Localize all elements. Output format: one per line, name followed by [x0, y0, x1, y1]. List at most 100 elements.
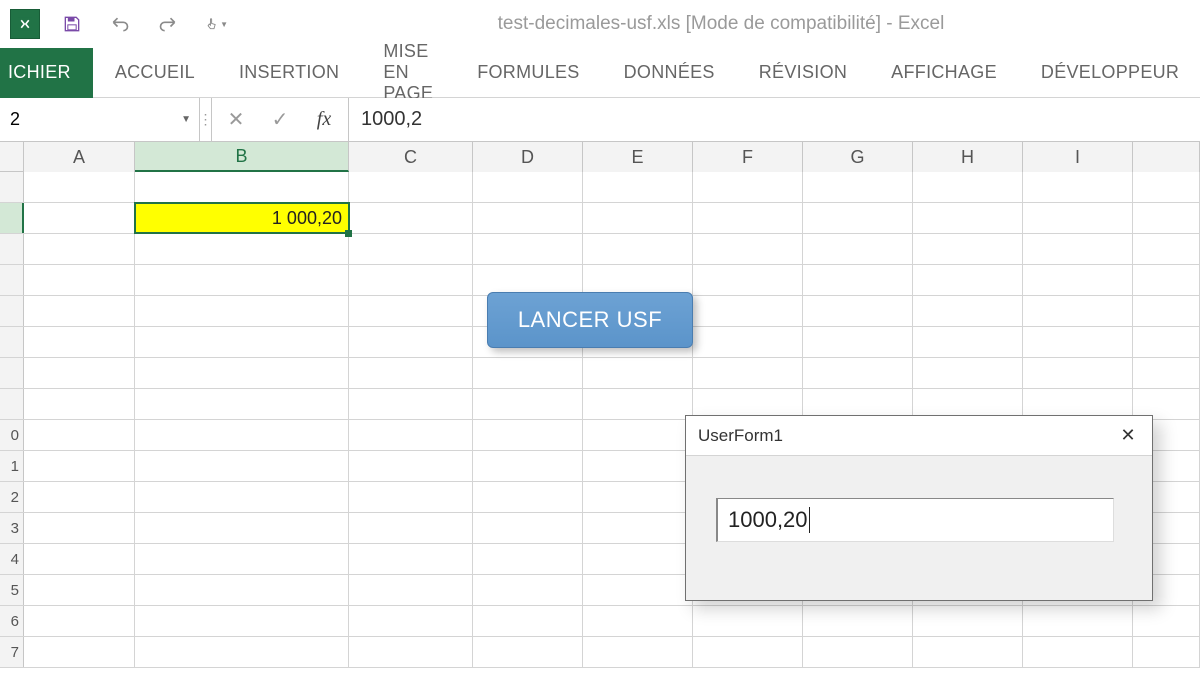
cell[interactable] [349, 234, 473, 264]
cell[interactable] [693, 234, 803, 264]
cell[interactable] [349, 420, 473, 450]
touch-mode-icon[interactable]: ▼ [204, 12, 228, 36]
cell[interactable] [135, 358, 349, 388]
cell[interactable] [135, 296, 349, 326]
active-cell-B2[interactable]: 1 000,20 [135, 203, 349, 233]
cell[interactable] [1023, 296, 1133, 326]
cell[interactable] [1023, 172, 1133, 202]
cell[interactable] [349, 296, 473, 326]
cell[interactable] [803, 327, 913, 357]
cell[interactable] [349, 451, 473, 481]
redo-icon[interactable] [156, 12, 180, 36]
cell[interactable] [473, 575, 583, 605]
cell[interactable] [349, 606, 473, 636]
cell[interactable] [473, 358, 583, 388]
cell[interactable] [583, 513, 693, 543]
tab-formules[interactable]: FORMULES [455, 48, 601, 98]
cell[interactable] [1023, 358, 1133, 388]
col-header-E[interactable]: E [583, 142, 693, 172]
cell[interactable] [1133, 265, 1200, 295]
col-header-H[interactable]: H [913, 142, 1023, 172]
cell[interactable] [1023, 265, 1133, 295]
name-box[interactable]: 2 ▼ [0, 98, 200, 141]
cell[interactable] [1133, 203, 1200, 233]
row-header[interactable]: 6 [0, 606, 24, 636]
cell[interactable] [135, 575, 349, 605]
col-header-B[interactable]: B [135, 142, 349, 172]
cell[interactable] [913, 203, 1023, 233]
cell[interactable] [913, 606, 1023, 636]
cell[interactable] [583, 234, 693, 264]
cell[interactable] [583, 389, 693, 419]
cell[interactable] [473, 637, 583, 667]
undo-icon[interactable] [108, 12, 132, 36]
row-header[interactable] [0, 172, 24, 202]
cell[interactable] [913, 358, 1023, 388]
userform-titlebar[interactable]: UserForm1 ✕ [686, 416, 1152, 456]
cell[interactable] [583, 575, 693, 605]
cancel-formula-icon[interactable]: ✕ [218, 102, 254, 138]
cell[interactable] [24, 451, 135, 481]
cell[interactable] [693, 606, 803, 636]
close-icon[interactable]: ✕ [1104, 416, 1152, 456]
userform-dialog[interactable]: UserForm1 ✕ 1000,20 [685, 415, 1153, 601]
cell[interactable] [473, 606, 583, 636]
cell[interactable] [24, 358, 135, 388]
cell[interactable] [349, 265, 473, 295]
cell[interactable] [473, 203, 583, 233]
cell[interactable] [349, 172, 473, 202]
tab-donnees[interactable]: DONNÉES [602, 48, 737, 98]
tab-accueil[interactable]: ACCUEIL [93, 48, 217, 98]
cell[interactable] [583, 358, 693, 388]
cell[interactable] [803, 637, 913, 667]
row-header[interactable]: 7 [0, 637, 24, 667]
cell[interactable] [135, 606, 349, 636]
tab-fichier[interactable]: ICHIER [0, 48, 93, 98]
cell[interactable] [1023, 234, 1133, 264]
row-header[interactable] [0, 389, 24, 419]
col-header-extra[interactable] [1133, 142, 1200, 172]
cell[interactable] [583, 203, 693, 233]
cell[interactable] [24, 420, 135, 450]
cell[interactable] [349, 544, 473, 574]
cell[interactable] [349, 513, 473, 543]
cell[interactable] [1133, 606, 1200, 636]
cell[interactable] [803, 265, 913, 295]
row-header[interactable] [0, 234, 24, 264]
cell[interactable] [24, 606, 135, 636]
cell[interactable] [24, 389, 135, 419]
row-header[interactable]: 2 [0, 482, 24, 512]
cell[interactable] [135, 482, 349, 512]
cell[interactable] [583, 482, 693, 512]
col-header-F[interactable]: F [693, 142, 803, 172]
cell[interactable] [1023, 637, 1133, 667]
cell[interactable] [693, 358, 803, 388]
cell[interactable] [803, 172, 913, 202]
fx-icon[interactable]: fx [306, 102, 342, 138]
cell[interactable] [803, 234, 913, 264]
cell[interactable] [473, 389, 583, 419]
cell[interactable] [1133, 637, 1200, 667]
cell[interactable] [24, 172, 135, 202]
row-header[interactable]: 4 [0, 544, 24, 574]
cell[interactable] [913, 637, 1023, 667]
enter-formula-icon[interactable]: ✓ [262, 102, 298, 138]
row-header[interactable] [0, 296, 24, 326]
cell[interactable] [583, 637, 693, 667]
cell[interactable] [1133, 327, 1200, 357]
userform-textbox[interactable]: 1000,20 [716, 498, 1114, 542]
row-header[interactable] [0, 203, 24, 233]
cell[interactable] [349, 389, 473, 419]
col-header-D[interactable]: D [473, 142, 583, 172]
row-header[interactable] [0, 358, 24, 388]
col-header-A[interactable]: A [24, 142, 135, 172]
cell[interactable] [1023, 327, 1133, 357]
cell[interactable] [135, 265, 349, 295]
cell[interactable] [803, 296, 913, 326]
tab-mise-en-page[interactable]: MISE EN PAGE [361, 48, 455, 98]
cell[interactable] [473, 544, 583, 574]
cell[interactable] [135, 544, 349, 574]
cell[interactable] [24, 482, 135, 512]
cell[interactable] [473, 451, 583, 481]
cell[interactable] [693, 637, 803, 667]
